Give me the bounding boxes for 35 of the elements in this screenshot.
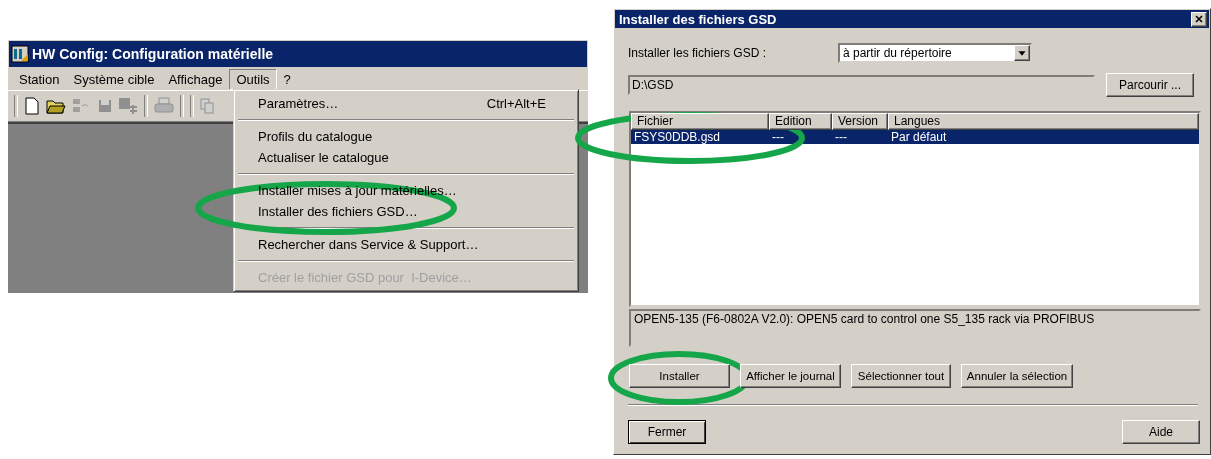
dialog-button[interactable]: Annuler la sélection <box>961 364 1073 388</box>
dialog-button[interactable]: Afficher le journal <box>740 364 841 388</box>
path-field[interactable]: D:\GSD <box>628 75 1095 95</box>
source-dropdown[interactable]: à partir du répertoire <box>838 43 1032 63</box>
menu-bar-item[interactable]: ? <box>276 68 298 90</box>
menu-item[interactable]: Installer des fichiers GSD… <box>238 201 574 222</box>
menu-bar-item[interactable]: Système cible <box>66 68 162 90</box>
menu-bar-item[interactable]: Station <box>12 68 67 90</box>
app-icon <box>11 45 29 63</box>
description-field: OPEN5-135 (F6-0802A V2.0): OPEN5 card to control one S5_135 rack via PROFIBUS <box>629 309 1201 347</box>
source-label: Installer les fichiers GSD : <box>628 46 768 60</box>
menu-item[interactable]: Actualiser le catalogue <box>238 147 574 168</box>
new-document-icon[interactable] <box>24 97 40 115</box>
folder-icon[interactable] <box>46 98 66 114</box>
column-header[interactable]: Edition <box>769 113 832 130</box>
column-header[interactable]: Version <box>832 113 888 130</box>
close-button[interactable]: Fermer <box>628 420 706 444</box>
dialog-title: Installer des fichiers GSD <box>619 11 777 27</box>
menu-bar-item[interactable]: Affichage <box>161 68 230 90</box>
window-title: HW Config: Configuration matérielle <box>32 46 274 62</box>
column-header[interactable]: Fichier <box>631 113 769 130</box>
printer-icon[interactable] <box>154 97 174 115</box>
save-compile-icon[interactable] <box>118 97 138 115</box>
dialog-button[interactable]: Installer <box>629 364 730 388</box>
column-header[interactable]: Langues <box>888 113 1199 130</box>
menu-item[interactable]: Paramètres… Ctrl+Alt+E <box>238 93 574 114</box>
close-icon[interactable] <box>1191 11 1207 27</box>
browse-button[interactable]: Parcourir ... <box>1106 73 1194 97</box>
copy-icon[interactable] <box>200 98 214 114</box>
save-icon[interactable] <box>98 99 112 113</box>
dialog-button[interactable]: Sélectionner tout <box>851 364 951 388</box>
help-button[interactable]: Aide <box>1122 420 1200 444</box>
menu-item[interactable]: Profils du catalogue <box>238 126 574 147</box>
menu-item[interactable]: Rechercher dans Service & Support… <box>238 234 574 255</box>
table-row[interactable]: FSYS0DDB.gsd --- --- Par défaut <box>631 130 1199 144</box>
